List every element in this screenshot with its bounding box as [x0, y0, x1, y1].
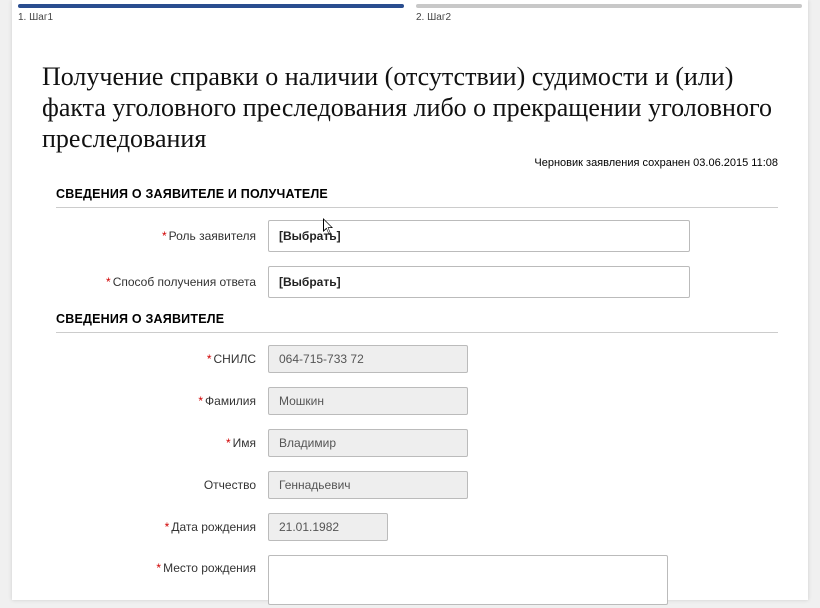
step-1-bar — [18, 4, 404, 8]
row-reply-method: *Способ получения ответа [Выбрать] — [56, 266, 778, 298]
snils-label-wrap: *СНИЛС — [56, 352, 268, 366]
dob-label-wrap: *Дата рождения — [56, 520, 268, 534]
row-firstname: *Имя — [56, 429, 778, 457]
snils-input[interactable] — [268, 345, 468, 373]
content-area: Получение справки о наличии (отсутствии)… — [12, 61, 808, 608]
required-asterisk: * — [165, 520, 170, 534]
required-asterisk: * — [156, 561, 161, 575]
firstname-field-wrap — [268, 429, 468, 457]
section1-header: СВЕДЕНИЯ О ЗАЯВИТЕЛЕ И ПОЛУЧАТЕЛЕ — [56, 187, 778, 208]
role-label: Роль заявителя — [169, 229, 256, 243]
stepper: 1. Шаг1 2. Шаг2 — [12, 0, 808, 23]
patronymic-input[interactable] — [268, 471, 468, 499]
page-container: 1. Шаг1 2. Шаг2 Получение справки о нали… — [12, 0, 808, 600]
required-asterisk: * — [162, 229, 167, 243]
birthplace-field-wrap — [268, 555, 668, 608]
role-select[interactable]: [Выбрать] — [268, 220, 690, 252]
firstname-label: Имя — [233, 436, 256, 450]
firstname-input[interactable] — [268, 429, 468, 457]
draft-saved-text: Черновик заявления сохранен 03.06.2015 1… — [42, 157, 778, 169]
patronymic-label-wrap: Отчество — [56, 478, 268, 492]
step-2-label: 2. Шаг2 — [416, 12, 451, 23]
firstname-label-wrap: *Имя — [56, 436, 268, 450]
step-2[interactable]: 2. Шаг2 — [410, 4, 808, 23]
reply-method-label: Способ получения ответа — [113, 275, 256, 289]
step-2-bar — [416, 4, 802, 8]
section2-header: СВЕДЕНИЯ О ЗАЯВИТЕЛЕ — [56, 312, 778, 333]
required-asterisk: * — [207, 352, 212, 366]
reply-method-select-value: [Выбрать] — [279, 275, 341, 289]
snils-label: СНИЛС — [214, 352, 257, 366]
dob-field-wrap — [268, 513, 388, 541]
lastname-label: Фамилия — [205, 394, 256, 408]
reply-method-field-wrap: [Выбрать] — [268, 266, 690, 298]
reply-method-select[interactable]: [Выбрать] — [268, 266, 690, 298]
section-applicant-recipient: СВЕДЕНИЯ О ЗАЯВИТЕЛЕ И ПОЛУЧАТЕЛЕ *Роль … — [56, 187, 778, 298]
required-asterisk: * — [106, 275, 111, 289]
role-label-wrap: *Роль заявителя — [56, 229, 268, 243]
snils-field-wrap — [268, 345, 468, 373]
birthplace-label: Место рождения — [163, 561, 256, 575]
reply-method-label-wrap: *Способ получения ответа — [56, 275, 268, 289]
role-select-value: [Выбрать] — [279, 229, 341, 243]
required-asterisk: * — [226, 436, 231, 450]
row-lastname: *Фамилия — [56, 387, 778, 415]
step-1[interactable]: 1. Шаг1 — [12, 4, 410, 23]
row-dob: *Дата рождения — [56, 513, 778, 541]
birthplace-label-wrap: *Место рождения — [56, 555, 268, 575]
step-1-label: 1. Шаг1 — [18, 12, 53, 23]
lastname-label-wrap: *Фамилия — [56, 394, 268, 408]
page-title: Получение справки о наличии (отсутствии)… — [42, 61, 778, 155]
required-asterisk: * — [198, 394, 203, 408]
dob-label: Дата рождения — [171, 520, 256, 534]
lastname-input[interactable] — [268, 387, 468, 415]
birthplace-textarea[interactable] — [268, 555, 668, 605]
row-patronymic: Отчество — [56, 471, 778, 499]
row-snils: *СНИЛС — [56, 345, 778, 373]
role-field-wrap: [Выбрать] — [268, 220, 690, 252]
lastname-field-wrap — [268, 387, 468, 415]
row-role: *Роль заявителя [Выбрать] — [56, 220, 778, 252]
row-birthplace: *Место рождения — [56, 555, 778, 608]
section-applicant-details: СВЕДЕНИЯ О ЗАЯВИТЕЛЕ *СНИЛС *Фамилия — [56, 312, 778, 608]
dob-input[interactable] — [268, 513, 388, 541]
patronymic-field-wrap — [268, 471, 468, 499]
patronymic-label: Отчество — [204, 478, 256, 492]
